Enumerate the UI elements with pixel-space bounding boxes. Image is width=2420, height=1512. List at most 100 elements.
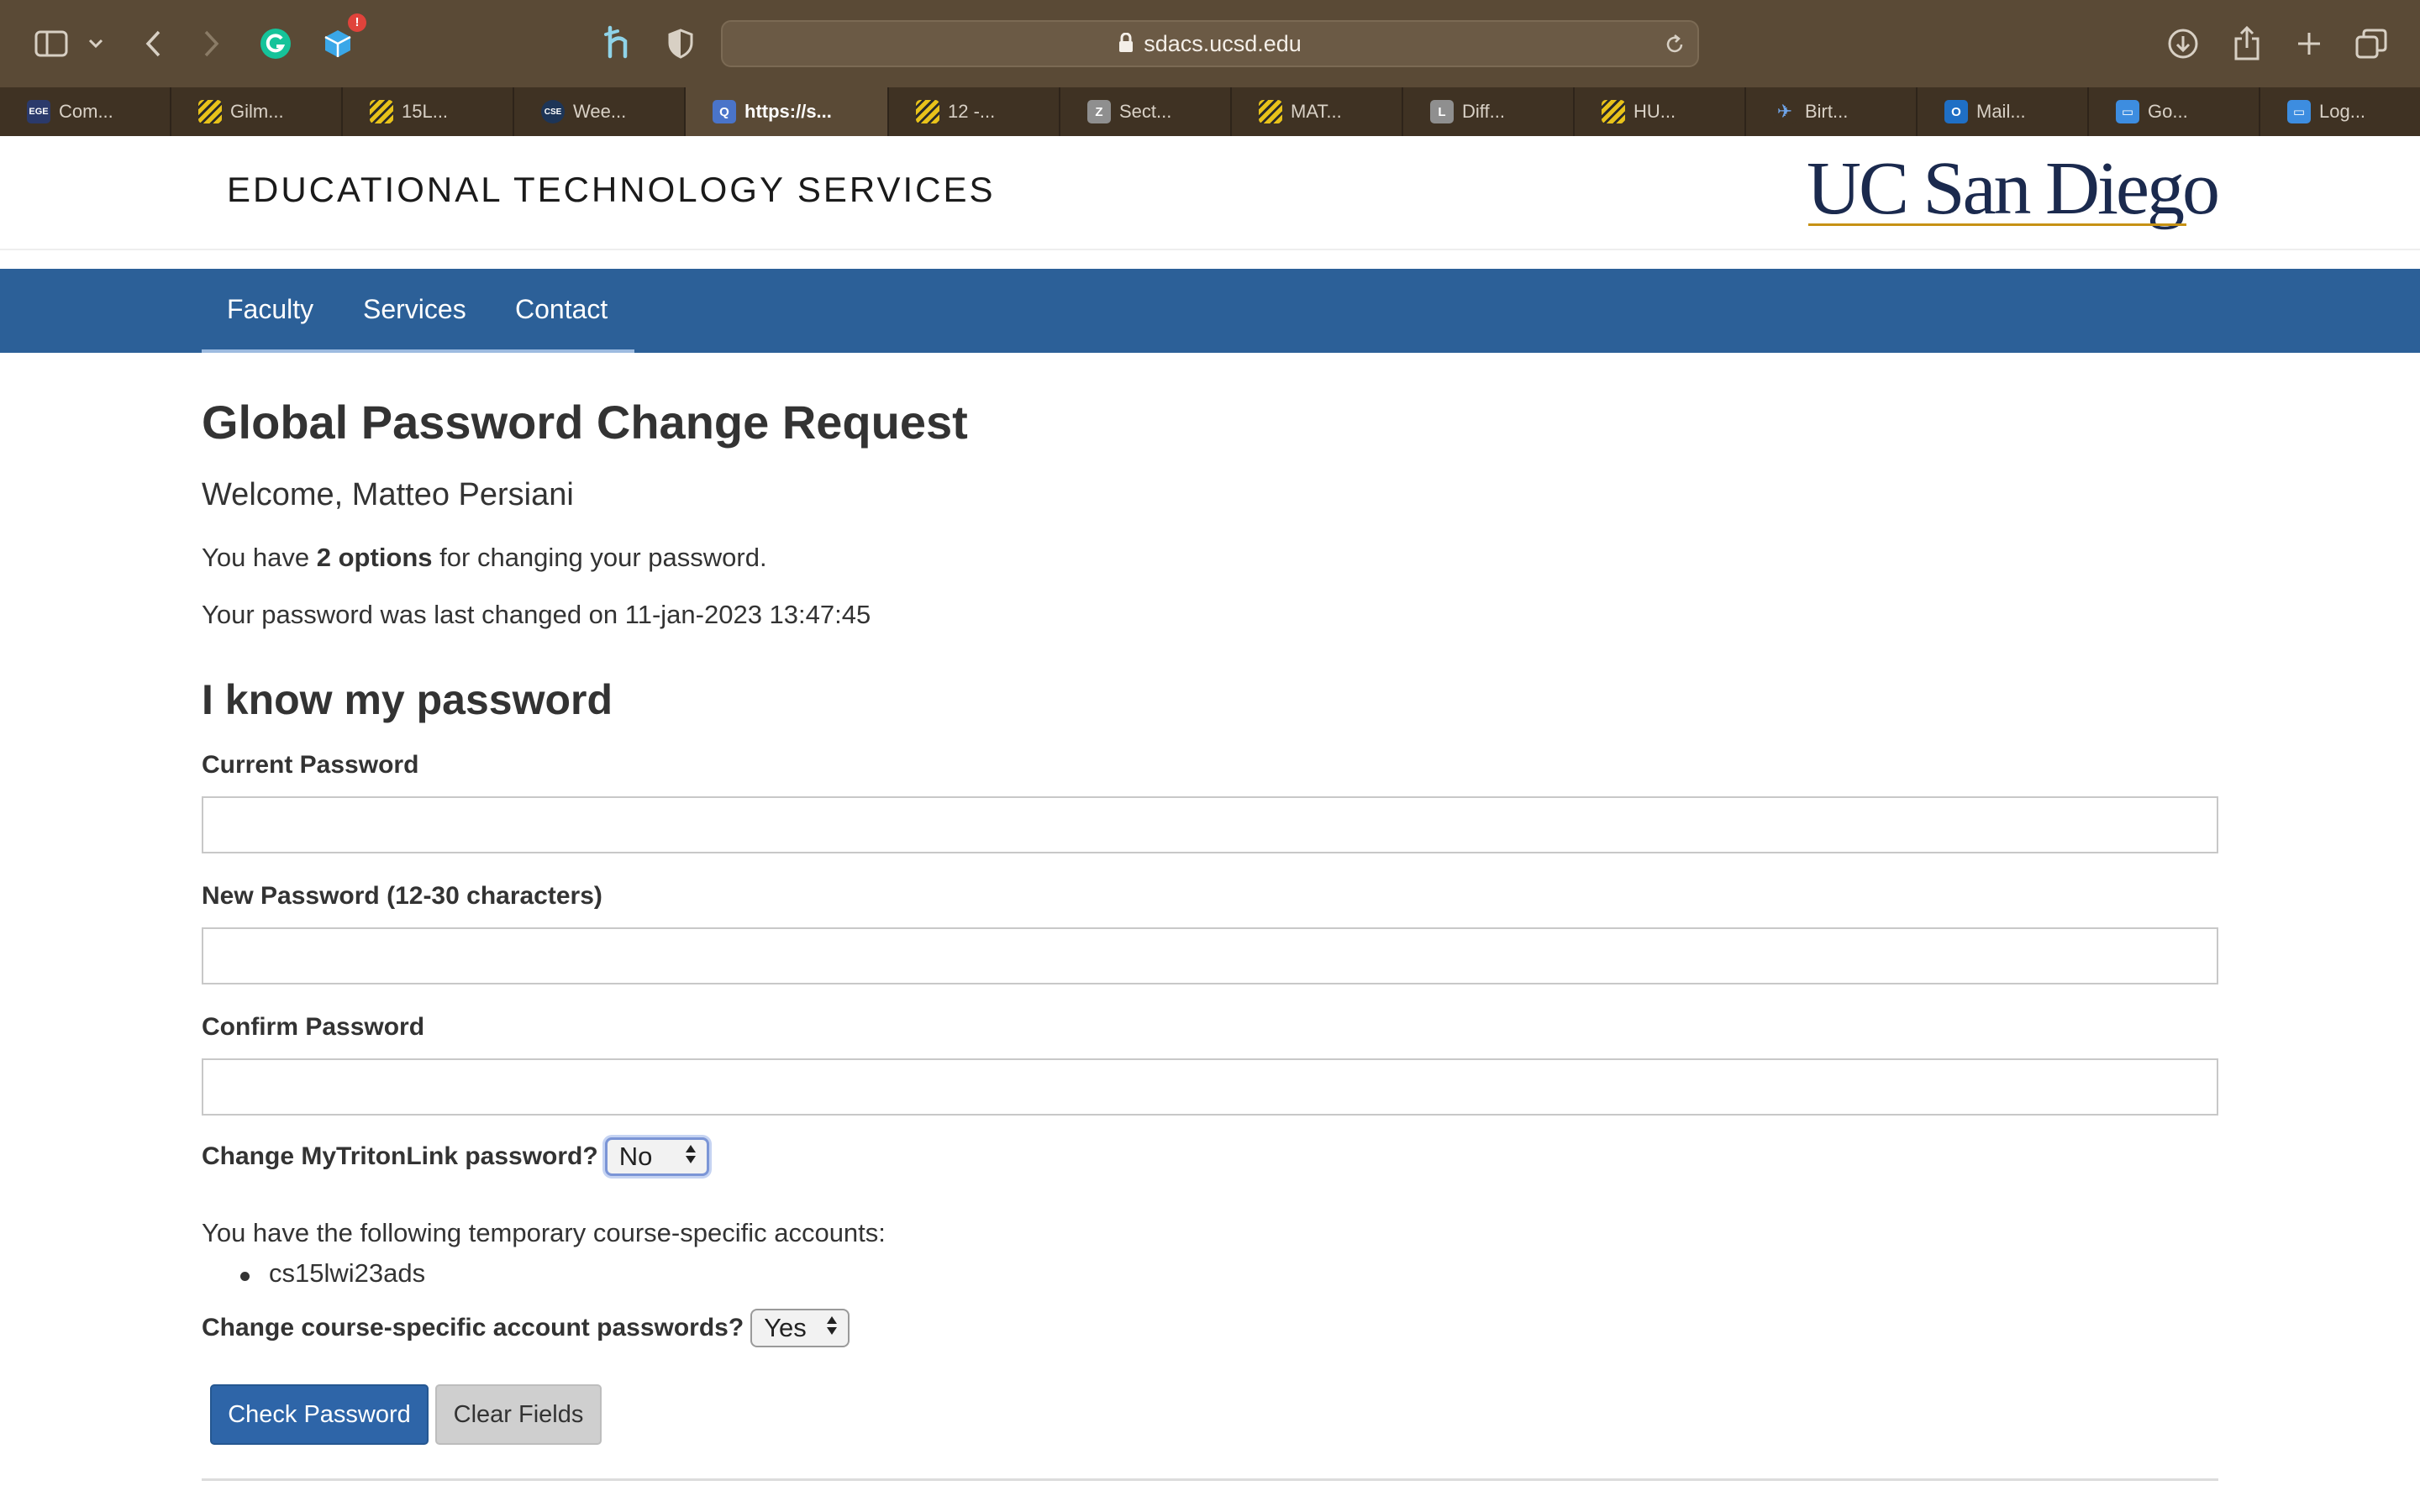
course-accounts-row: Change course-specific account passwords…	[202, 1309, 850, 1347]
select-arrows-icon	[685, 1142, 697, 1172]
lock-icon	[1118, 24, 1134, 67]
browser-tab[interactable]: Z Sect...	[1060, 87, 1232, 136]
tab-label: Diff...	[1462, 101, 1505, 122]
favicon-icon: Z	[1087, 100, 1111, 123]
favicon-icon: ✈	[1773, 100, 1797, 123]
tab-label: 15L...	[402, 101, 449, 122]
favicon-icon: L	[1430, 100, 1454, 123]
new-password-label: New Password (12-30 characters)	[202, 882, 602, 910]
course-accounts-select[interactable]: Yes	[750, 1309, 850, 1347]
url-text: sdacs.ucsd.edu	[1144, 31, 1302, 56]
list-item: cs15lwi23ads	[239, 1258, 426, 1288]
nav-item-faculty[interactable]: Faculty	[227, 269, 313, 349]
site-title[interactable]: EDUCATIONAL TECHNOLOGY SERVICES	[227, 170, 996, 210]
address-bar[interactable]: sdacs.ucsd.edu	[721, 20, 1699, 67]
tab-label: Wee...	[573, 101, 627, 122]
current-password-label: Current Password	[202, 751, 419, 779]
tab-label: 12 -...	[948, 101, 996, 122]
favicon-icon	[1602, 100, 1625, 123]
notification-badge: !	[348, 13, 366, 32]
favicon-icon: ▭	[2287, 100, 2311, 123]
browser-tab[interactable]: ✈ Birt...	[1746, 87, 1918, 136]
honey-extension-icon[interactable]	[602, 24, 635, 62]
options-suffix: for changing your password.	[432, 543, 767, 572]
nav-item-services[interactable]: Services	[363, 269, 466, 349]
favicon-icon: Q	[713, 100, 736, 123]
downloads-icon[interactable]	[2165, 25, 2202, 62]
main-nav: Faculty Services Contact	[0, 269, 2420, 353]
tab-label: Mail...	[1976, 101, 2026, 122]
page-title: Global Password Change Request	[202, 396, 968, 449]
browser-toolbar: ! sdacs.ucsd.edu	[0, 0, 2420, 87]
confirm-password-input[interactable]	[202, 1058, 2218, 1116]
share-icon[interactable]	[2228, 24, 2265, 62]
browser-tab-active[interactable]: Qhttps://s...	[686, 87, 889, 136]
temp-accounts-list: cs15lwi23ads	[239, 1258, 426, 1289]
mytritonlink-select[interactable]: No	[604, 1137, 709, 1176]
new-password-input[interactable]	[202, 927, 2218, 984]
mytritonlink-selected-value: No	[618, 1142, 653, 1171]
chevron-down-icon[interactable]	[84, 30, 108, 57]
site-header: EDUCATIONAL TECHNOLOGY SERVICES UC San D…	[0, 136, 2420, 250]
tab-label: Sect...	[1119, 101, 1172, 122]
clear-fields-button[interactable]: Clear Fields	[435, 1384, 602, 1445]
divider	[202, 1478, 2218, 1481]
favicon-icon	[370, 100, 393, 123]
select-arrows-icon	[826, 1313, 838, 1343]
current-password-input[interactable]	[202, 796, 2218, 853]
favicon-icon	[916, 100, 939, 123]
tab-label: Birt...	[1805, 101, 1849, 122]
tab-label: HU...	[1634, 101, 1676, 122]
browser-tab[interactable]: HU...	[1575, 87, 1746, 136]
course-accounts-selected-value: Yes	[764, 1313, 807, 1342]
tab-overview-icon[interactable]	[2353, 25, 2390, 62]
tab-label: Com...	[59, 101, 113, 122]
ucsd-logo[interactable]: UC San Diego	[1807, 151, 2220, 227]
tab-label: Go...	[2148, 101, 2188, 122]
favicon-icon: EGE	[27, 100, 50, 123]
last-changed-text: Your password was last changed on 11-jan…	[202, 600, 871, 629]
favicon-icon	[198, 100, 222, 123]
grammarly-extension-icon[interactable]	[259, 27, 292, 60]
course-accounts-label: Change course-specific account passwords…	[202, 1314, 744, 1341]
browser-tab[interactable]: Gilm...	[171, 87, 343, 136]
browser-tab[interactable]: MAT...	[1232, 87, 1403, 136]
forward-icon[interactable]	[197, 25, 227, 62]
options-prefix: You have	[202, 543, 317, 572]
browser-tab[interactable]: 12 -...	[889, 87, 1060, 136]
sidebar-toggle-icon[interactable]	[32, 25, 71, 62]
mytritonlink-label: Change MyTritonLink password?	[202, 1142, 598, 1170]
options-count: 2 options	[316, 543, 433, 572]
cube-extension-icon[interactable]	[319, 25, 356, 62]
new-tab-icon[interactable]	[2291, 25, 2328, 62]
confirm-password-label: Confirm Password	[202, 1013, 425, 1041]
tab-strip: EGE Com... Gilm... 15L... CSE Wee... Qhttp…	[0, 87, 2420, 136]
tab-label: Gilm...	[230, 101, 284, 122]
nav-menu: Faculty Services Contact	[202, 269, 634, 353]
options-text: You have 2 options for changing your pas…	[202, 543, 767, 573]
favicon-icon: ▭	[2116, 100, 2139, 123]
browser-tab[interactable]: O Mail...	[1918, 87, 2089, 136]
reload-icon[interactable]	[1660, 30, 1689, 59]
privacy-shield-icon[interactable]	[666, 27, 696, 60]
tab-label: MAT...	[1291, 101, 1342, 122]
check-password-button[interactable]: Check Password	[210, 1384, 429, 1445]
tab-label: Log...	[2319, 101, 2366, 122]
logo-underline	[1808, 223, 2186, 226]
browser-tab[interactable]: EGE Com...	[0, 87, 171, 136]
browser-tab[interactable]: 15L...	[343, 87, 514, 136]
welcome-message: Welcome, Matteo Persiani	[202, 477, 574, 512]
nav-item-contact[interactable]: Contact	[515, 269, 608, 349]
browser-tab[interactable]: L Diff...	[1403, 87, 1575, 136]
browser-tab[interactable]: ▭ Log...	[2260, 87, 2420, 136]
mytritonlink-row: Change MyTritonLink password? No	[202, 1137, 709, 1176]
favicon-icon	[1259, 100, 1282, 123]
favicon-icon: CSE	[541, 100, 565, 123]
favicon-icon: O	[1944, 100, 1968, 123]
back-icon[interactable]	[138, 25, 168, 62]
temp-accounts-text: You have the following temporary course-…	[202, 1218, 886, 1247]
browser-tab[interactable]: ▭ Go...	[2089, 87, 2260, 136]
tab-label: https://s...	[744, 101, 832, 122]
section-title: I know my password	[202, 676, 613, 723]
browser-tab[interactable]: CSE Wee...	[514, 87, 686, 136]
